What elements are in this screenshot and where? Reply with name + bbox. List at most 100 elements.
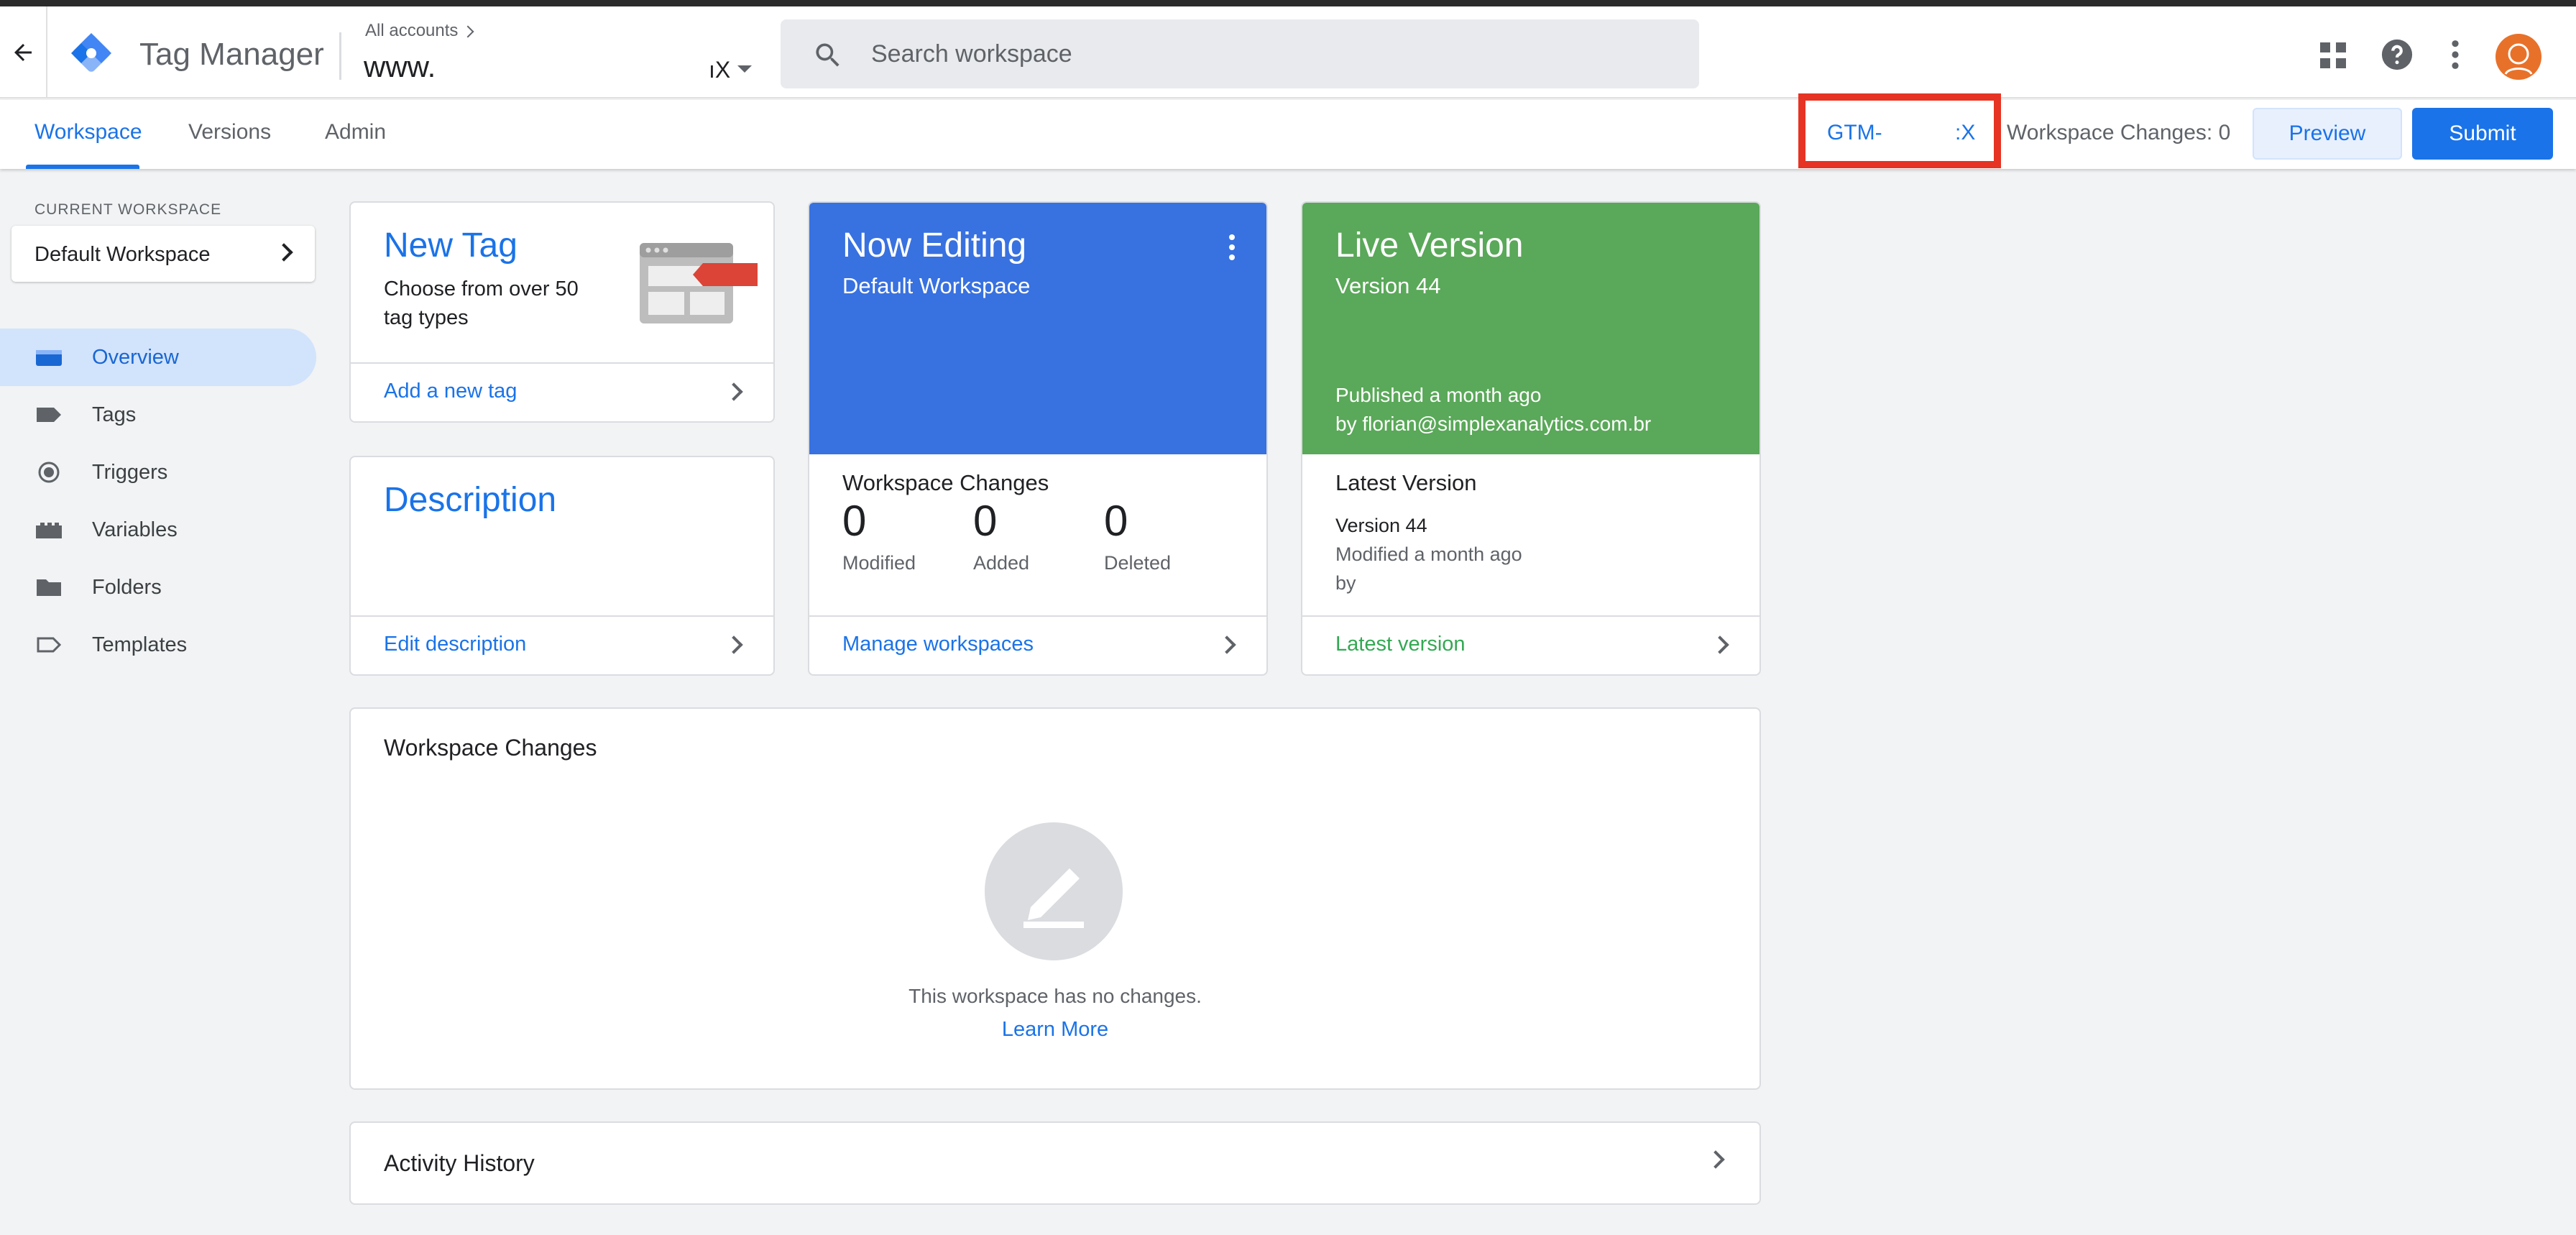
tab-admin[interactable]: Admin [325,120,386,144]
overview-icon [36,350,62,366]
trigger-icon [38,462,60,483]
all-accounts-label: All accounts [365,21,459,40]
variables-icon [36,523,62,538]
submit-button[interactable]: Submit [2412,108,2553,160]
learn-more-link[interactable]: Learn More [351,1018,1760,1042]
container-name[interactable]: www. [364,50,436,84]
edit-pencil-icon [1024,868,1084,928]
search-bar[interactable] [781,19,1699,88]
new-tag-description: Choose from over 50 tag types [384,277,579,329]
tab-versions[interactable]: Versions [188,120,271,144]
manage-workspaces-label: Manage workspaces [842,633,1034,656]
empty-state-text: This workspace has no changes. [908,985,1202,1007]
latest-version-modified: Modified a month ago [1335,543,1522,565]
current-workspace-label: CURRENT WORKSPACE [34,201,222,218]
sidebar-item-overview[interactable]: Overview [0,329,316,386]
now-editing-title: Now Editing [842,226,1027,265]
sidebar-item-variables[interactable]: Variables [0,501,316,559]
live-version-header: Live Version Version 44 Published a mont… [1302,203,1760,454]
added-label: Added [973,552,1030,574]
sidebar-item-label: Variables [92,518,178,541]
sidebar-item-folders[interactable]: Folders [0,559,316,616]
sidebar-item-label: Tags [92,403,137,426]
preview-button[interactable]: Preview [2253,108,2402,160]
new-tag-title[interactable]: New Tag [384,226,518,265]
manage-workspaces-link[interactable]: Manage workspaces [809,615,1266,674]
modified-count: 0 [842,497,867,545]
published-by: by florian@simplexanalytics.com.br [1335,413,1652,435]
activity-history-row[interactable]: Activity History [349,1121,1761,1205]
account-divider [339,32,341,80]
header-divider [46,6,47,98]
more-vert-icon[interactable] [1228,233,1236,262]
avatar[interactable] [2496,34,2542,80]
description-title: Description [384,481,557,519]
sidebar-item-templates[interactable]: Templates [0,616,316,674]
edit-description-label: Edit description [384,633,527,656]
sidebar-item-tags[interactable]: Tags [0,386,316,444]
add-new-tag-link[interactable]: Add a new tag [351,362,773,421]
live-version-published: Published a month ago by florian@simplex… [1335,381,1651,439]
templates-icon [37,637,62,653]
help-icon[interactable] [2380,38,2414,71]
chevron-right-icon [724,382,743,401]
new-tag-card: New Tag Choose from over 50 tag types Ad… [349,201,775,423]
chevron-right-icon [1711,635,1729,654]
workspace-changes-count: Workspace Changes: 0 [2007,121,2231,144]
workspace-changes-card: Workspace Changes This workspace has no … [349,707,1761,1090]
sidebar-item-label: Templates [92,633,188,656]
empty-state-circle [985,822,1123,960]
search-input[interactable] [870,34,1660,74]
add-new-tag-label: Add a new tag [384,380,518,403]
workspace-changes-title: Workspace Changes [842,470,1049,495]
app-title: Tag Manager [139,37,324,72]
added-count: 0 [973,497,998,545]
live-version-number: Version 44 [1335,273,1441,298]
deleted-count: 0 [1104,497,1128,545]
sidebar-item-triggers[interactable]: Triggers [0,444,316,501]
chevron-right-icon [724,635,743,654]
activity-history-title: Activity History [384,1150,535,1176]
now-editing-workspace: Default Workspace [842,273,1031,298]
description-card: Description Edit description [349,456,775,676]
tab-workspace[interactable]: Workspace [34,120,142,144]
back-arrow-icon[interactable] [10,40,36,65]
container-name-suffix[interactable]: ıX [709,57,730,83]
current-workspace-name: Default Workspace [34,243,211,266]
chevron-right-icon [1218,635,1236,654]
container-id-highlight[interactable]: GTM- :X [1798,93,2001,168]
container-id-suffix[interactable]: :X [1955,121,1975,145]
avatar-face-icon [2504,43,2533,75]
current-workspace-selector[interactable]: Default Workspace [12,226,315,282]
chevron-right-icon [461,25,474,38]
latest-version-number: Version 44 [1335,515,1427,536]
apps-grid-icon[interactable] [2319,41,2347,70]
now-editing-card: Now Editing Default Workspace Workspace … [808,201,1268,676]
now-editing-header: Now Editing Default Workspace [809,203,1266,454]
folder-icon [37,579,61,596]
chevron-right-icon [275,243,293,262]
latest-version-label: Latest version [1335,633,1466,656]
dropdown-arrow-icon[interactable] [737,65,752,73]
modified-label: Modified [842,552,916,574]
deleted-label: Deleted [1104,552,1172,574]
sidebar-item-label: Overview [92,346,179,369]
active-tab-indicator [26,165,139,169]
published-time: Published a month ago [1335,384,1542,406]
all-accounts-link[interactable]: All accounts [365,21,474,41]
search-icon [816,43,840,67]
latest-version-link[interactable]: Latest version [1302,615,1760,674]
tag-icon [37,408,61,422]
edit-description-link[interactable]: Edit description [351,615,773,674]
more-vert-icon[interactable] [2445,38,2465,71]
live-version-title: Live Version [1335,226,1524,265]
workspace-changes-section-title: Workspace Changes [384,735,597,761]
window-top-strip [0,0,2576,6]
latest-version-title: Latest Version [1335,470,1477,495]
sidebar-item-label: Triggers [92,461,168,484]
latest-version-by: by [1335,572,1356,594]
container-id[interactable]: GTM- [1827,121,1882,145]
new-tag-illustration-icon [640,243,758,323]
chevron-right-icon [1706,1150,1725,1169]
live-version-card: Live Version Version 44 Published a mont… [1301,201,1761,676]
